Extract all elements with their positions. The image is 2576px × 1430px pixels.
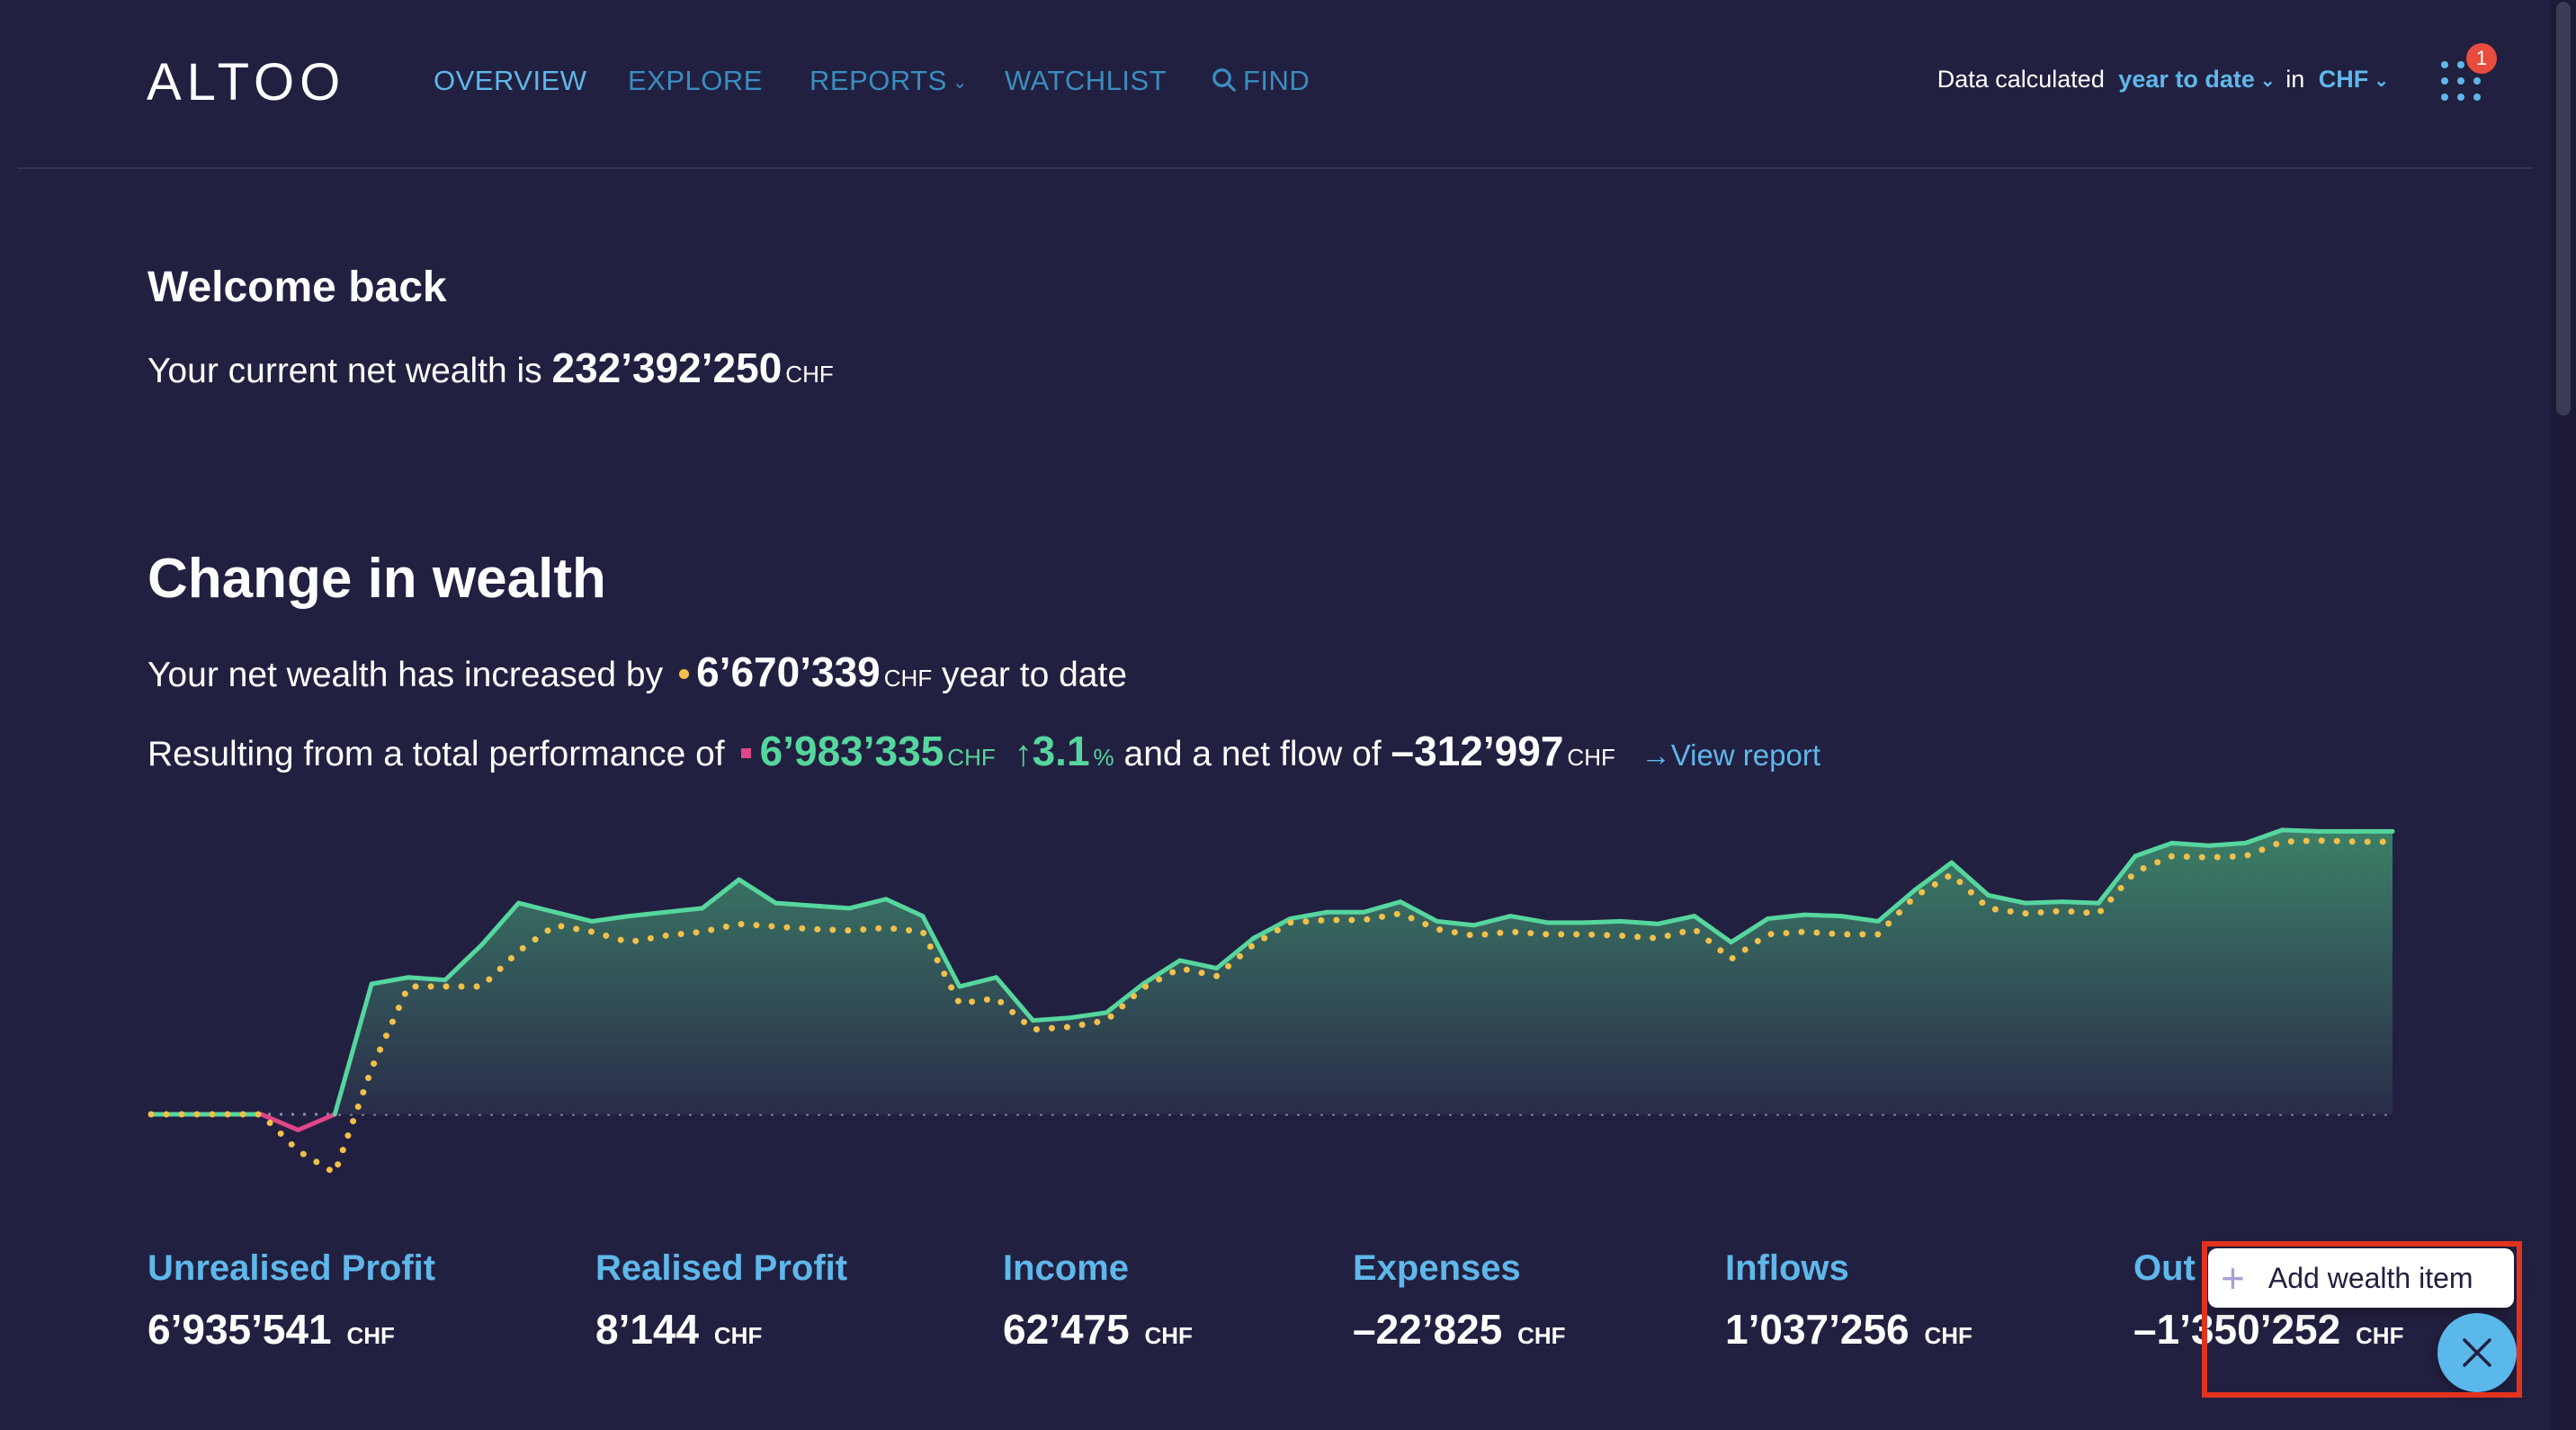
chevron-down-icon: ⌄	[2374, 71, 2389, 92]
performance-line-segment	[1618, 918, 1660, 926]
view-report-label: View report	[1670, 738, 1821, 772]
performance-line-segment	[295, 1112, 337, 1132]
net-wealth-text: Your current net wealth is	[148, 352, 542, 390]
change-title: Change in wealth	[148, 548, 606, 610]
flow-value: –312’997	[1391, 728, 1564, 774]
nav-find-label: FIND	[1243, 65, 1310, 96]
stat-value-row: 8’144 CHF	[595, 1305, 847, 1354]
stat-unit: CHF	[1517, 1322, 1566, 1349]
performance-line-segment	[2279, 827, 2321, 834]
increase-unit: CHF	[883, 665, 933, 692]
stat-label: Income	[1003, 1248, 1130, 1288]
data-settings: Data calculated year to date ⌄ in CHF ⌄	[1937, 66, 2389, 94]
stat-inflows[interactable]: Inflows 1’037’256 CHF	[1725, 1248, 1972, 1354]
performance-pct-unit: %	[1093, 744, 1114, 771]
net-wealth-line: Your current net wealth is 232’392’250 CH…	[148, 344, 834, 392]
stat-label: Unrealised Profit	[148, 1248, 436, 1288]
stat-expenses[interactable]: Expenses –22’825 CHF	[1353, 1248, 1566, 1354]
arrow-up-icon: ↑	[1014, 734, 1033, 773]
stat-unit: CHF	[1924, 1322, 1972, 1349]
performance-line-segment	[2059, 899, 2101, 906]
performance-line-segment	[2169, 840, 2212, 848]
increase-suffix: year to date	[942, 656, 1128, 694]
nav-watchlist[interactable]: WATCHLIST	[1005, 65, 1167, 97]
performance-line-segment	[1581, 918, 1623, 925]
stat-realised-profit[interactable]: Realised Profit 8’144 CHF	[595, 1248, 847, 1354]
chevron-down-icon: ⌄	[2259, 71, 2276, 92]
settings-mid: in	[2285, 66, 2305, 93]
currency-selector[interactable]: CHF ⌄	[2319, 66, 2389, 93]
settings-prefix: Data calculated	[1936, 66, 2105, 93]
performance-line-segment	[1030, 1015, 1072, 1023]
nav-explore[interactable]: EXPLORE	[628, 65, 763, 97]
highlight-box	[2202, 1241, 2522, 1398]
netflow-legend-dot	[679, 669, 690, 680]
stat-label: Expenses	[1353, 1248, 1521, 1288]
arrow-right-icon: →	[1641, 738, 1671, 772]
scrollbar-thumb[interactable]	[2556, 2, 2571, 416]
view-report-link[interactable]: →View report	[1641, 738, 1820, 772]
search-icon	[1212, 68, 1236, 92]
nav-overview[interactable]: OVERVIEW	[434, 65, 587, 97]
notification-badge: 1	[2466, 43, 2497, 74]
performance-legend-square	[740, 748, 751, 759]
performance-line-segment	[809, 903, 852, 911]
welcome-title: Welcome back	[148, 264, 447, 311]
performance-line: Resulting from a total performance of 6’9…	[148, 727, 1820, 775]
performance-line-segment	[2206, 840, 2249, 848]
performance-text: Resulting from a total performance of	[148, 735, 725, 773]
period-selector[interactable]: year to date ⌄	[2118, 66, 2275, 93]
performance-line-segment	[1802, 912, 1844, 919]
stat-value-row: 6’935’541 CHF	[148, 1305, 435, 1354]
nav-reports[interactable]: REPORTS ⌄	[809, 65, 968, 97]
performance-value: 6’983’335	[759, 728, 944, 774]
performance-pct: 3.1	[1032, 728, 1090, 774]
increase-line: Your net wealth has increased by 6’670’33…	[148, 648, 1127, 696]
currency-value: CHF	[2318, 66, 2369, 93]
flow-text: and a net flow of	[1123, 735, 1382, 773]
stat-value-row: –22’825 CHF	[1353, 1305, 1566, 1354]
performance-unit: CHF	[947, 744, 996, 771]
period-value: year to date	[2118, 66, 2255, 93]
nav-find[interactable]: FIND	[1211, 65, 1310, 97]
increase-text: Your net wealth has increased by	[148, 656, 664, 694]
net-wealth-unit: CHF	[785, 361, 834, 388]
stat-unit: CHF	[713, 1322, 763, 1349]
increase-value: 6’670’339	[696, 648, 881, 695]
stat-value: –22’825	[1353, 1306, 1503, 1353]
stat-unrealised-profit[interactable]: Unrealised Profit 6’935’541 CHF	[148, 1248, 435, 1354]
altoo-logo[interactable]: ALTOO	[147, 52, 345, 112]
stat-label: Inflows	[1725, 1248, 1849, 1288]
stat-label: Realised Profit	[595, 1248, 848, 1288]
performance-line-segment	[406, 975, 448, 983]
performance-area	[151, 829, 2393, 1114]
chevron-down-icon: ⌄	[952, 73, 969, 94]
performance-line-segment	[2022, 899, 2064, 906]
stat-value: 6’935’541	[148, 1306, 332, 1353]
stat-unit: CHF	[1144, 1322, 1193, 1349]
header-divider	[18, 167, 2533, 169]
net-wealth-value: 232’392’250	[551, 344, 783, 391]
nav-reports-label: REPORTS	[809, 65, 947, 96]
wealth-chart[interactable]	[144, 814, 2402, 1201]
stat-value: 1’037’256	[1725, 1306, 1910, 1353]
stat-unit: CHF	[346, 1322, 395, 1349]
performance-line-segment	[773, 900, 815, 908]
stat-value-row: 62’475 CHF	[1003, 1305, 1193, 1354]
stat-value: 62’475	[1003, 1306, 1130, 1353]
flow-unit: CHF	[1567, 744, 1615, 771]
stat-value-row: 1’037’256 CHF	[1725, 1305, 1972, 1354]
stat-value: 8’144	[595, 1306, 700, 1353]
stat-income[interactable]: Income 62’475 CHF	[1003, 1248, 1193, 1354]
